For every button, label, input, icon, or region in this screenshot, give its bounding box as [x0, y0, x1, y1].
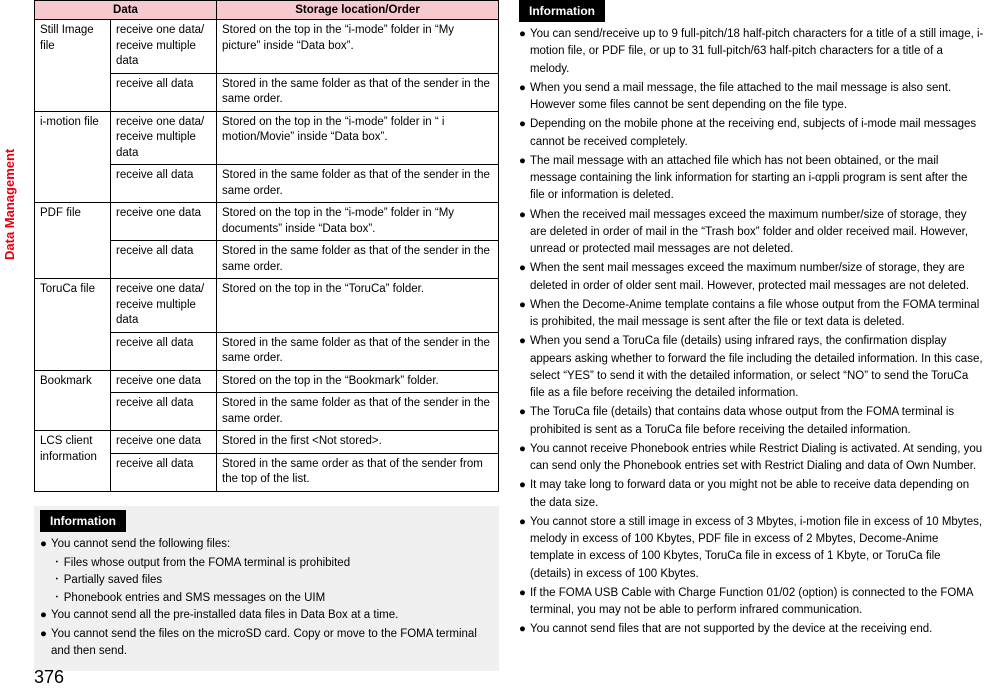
cell-receive-mode: receive one data/ receive multiple data [111, 20, 217, 74]
info2-item: ●The ToruCa file (details) that contains… [519, 404, 984, 439]
info2-item: ●You can send/receive up to 9 full-pitch… [519, 26, 984, 78]
cell-storage: Stored in the same order as that of the … [217, 453, 499, 491]
cell-storage: Stored on the top in the “Bookmark” fold… [217, 370, 499, 393]
cell-data-type: PDF file [35, 203, 111, 279]
info2-text: The ToruCa file (details) that contains … [530, 404, 984, 439]
info2-text: The mail message with an attached file w… [530, 153, 984, 205]
table-row: PDF filereceive one dataStored on the to… [35, 203, 499, 241]
info1-item-0: You cannot send the following files: [51, 536, 230, 553]
info2-text: You cannot send files that are not suppo… [530, 621, 932, 638]
cell-data-type: LCS client information [35, 431, 111, 492]
cell-receive-mode: receive all data [111, 241, 217, 279]
bullet-icon: ● [519, 404, 526, 439]
info2-item: ●When the sent mail messages exceed the … [519, 260, 984, 295]
cell-data-type: ToruCa file [35, 279, 111, 371]
info2-item: ●When you send a ToruCa file (details) u… [519, 333, 984, 402]
info1-sub-2: Phonebook entries and SMS messages on th… [64, 590, 325, 607]
info2-item: ●You cannot receive Phonebook entries wh… [519, 441, 984, 476]
bullet-icon: ● [519, 514, 526, 583]
bullet-icon: ● [519, 260, 526, 295]
cell-storage: Stored on the top in the “ToruCa” folder… [217, 279, 499, 333]
info2-text: It may take long to forward data or you … [530, 477, 984, 512]
info2-text: You cannot receive Phonebook entries whi… [530, 441, 984, 476]
info2-item: ●You cannot store a still image in exces… [519, 514, 984, 583]
info2-text: When the received mail messages exceed t… [530, 207, 984, 259]
info2-item: ●When the Decome-Anime template contains… [519, 297, 984, 332]
info-header-2: Information [519, 0, 605, 22]
info2-item: ●Depending on the mobile phone at the re… [519, 116, 984, 151]
page-number: 376 [34, 667, 64, 688]
info2-text: When the Decome-Anime template contains … [530, 297, 984, 332]
cell-storage: Stored on the top in the “i-mode” folder… [217, 20, 499, 74]
cell-storage: Stored in the same folder as that of the… [217, 393, 499, 431]
info2-item: ●When you send a mail message, the file … [519, 80, 984, 115]
info-header-1: Information [40, 510, 126, 532]
cell-storage: Stored in the first <Not stored>. [217, 431, 499, 454]
cell-receive-mode: receive one data [111, 370, 217, 393]
cell-receive-mode: receive all data [111, 393, 217, 431]
bullet-icon: ● [519, 116, 526, 151]
bullet-icon: ● [519, 585, 526, 620]
info2-text: When you send a ToruCa file (details) us… [530, 333, 984, 402]
table-row: Bookmarkreceive one dataStored on the to… [35, 370, 499, 393]
bullet-icon: ● [519, 441, 526, 476]
cell-data-type: Still Image file [35, 20, 111, 112]
bullet-icon: ● [519, 297, 526, 332]
bullet-icon: ● [519, 26, 526, 78]
bullet-icon: ● [519, 477, 526, 512]
info2-text: You can send/receive up to 9 full-pitch/… [530, 26, 984, 78]
info1-item-2: You cannot send the files on the microSD… [51, 626, 493, 661]
storage-table: Data Storage location/Order Still Image … [34, 0, 499, 492]
info2-text: When you send a mail message, the file a… [530, 80, 984, 115]
cell-storage: Stored in the same folder as that of the… [217, 241, 499, 279]
info2-item: ●When the received mail messages exceed … [519, 207, 984, 259]
cell-receive-mode: receive one data/ receive multiple data [111, 111, 217, 165]
info2-text: If the FOMA USB Cable with Charge Functi… [530, 585, 984, 620]
info-box-1: Information ●You cannot send the followi… [34, 506, 499, 671]
table-row: ToruCa filereceive one data/ receive mul… [35, 279, 499, 333]
info2-item: ●It may take long to forward data or you… [519, 477, 984, 512]
cell-storage: Stored on the top in the “i-mode” folder… [217, 203, 499, 241]
info2-item: ●You cannot send files that are not supp… [519, 621, 984, 638]
info1-item-1: You cannot send all the pre-installed da… [51, 607, 398, 624]
info2-text: Depending on the mobile phone at the rec… [530, 116, 984, 151]
cell-storage: Stored on the top in the “i-mode” folder… [217, 111, 499, 165]
bullet-icon: ● [519, 621, 526, 638]
info2-item: ●If the FOMA USB Cable with Charge Funct… [519, 585, 984, 620]
page-content: Data Storage location/Order Still Image … [0, 0, 998, 660]
info2-text: When the sent mail messages exceed the m… [530, 260, 984, 295]
table-row: Still Image filereceive one data/ receiv… [35, 20, 499, 74]
cell-receive-mode: receive one data [111, 431, 217, 454]
cell-storage: Stored in the same folder as that of the… [217, 165, 499, 203]
cell-receive-mode: receive all data [111, 165, 217, 203]
left-column: Data Storage location/Order Still Image … [34, 0, 499, 660]
info1-sub-1: Partially saved files [64, 572, 162, 589]
th-data: Data [35, 1, 217, 20]
section-tab: Data Management [2, 149, 17, 260]
cell-data-type: Bookmark [35, 370, 111, 431]
cell-receive-mode: receive all data [111, 453, 217, 491]
cell-receive-mode: receive all data [111, 73, 217, 111]
cell-data-type: i-motion file [35, 111, 111, 203]
bullet-icon: ● [519, 207, 526, 259]
cell-receive-mode: receive one data [111, 203, 217, 241]
cell-receive-mode: receive all data [111, 332, 217, 370]
info2-text: You cannot store a still image in excess… [530, 514, 984, 583]
cell-receive-mode: receive one data/ receive multiple data [111, 279, 217, 333]
right-column: Information ●You can send/receive up to … [519, 0, 984, 660]
bullet-icon: ● [519, 80, 526, 115]
th-storage: Storage location/Order [217, 1, 499, 20]
cell-storage: Stored in the same folder as that of the… [217, 73, 499, 111]
table-row: LCS client informationreceive one dataSt… [35, 431, 499, 454]
cell-storage: Stored in the same folder as that of the… [217, 332, 499, 370]
info1-sub-0: Files whose output from the FOMA termina… [64, 555, 350, 572]
info2-item: ●The mail message with an attached file … [519, 153, 984, 205]
bullet-icon: ● [519, 153, 526, 205]
bullet-icon: ● [519, 333, 526, 402]
table-row: i-motion filereceive one data/ receive m… [35, 111, 499, 165]
